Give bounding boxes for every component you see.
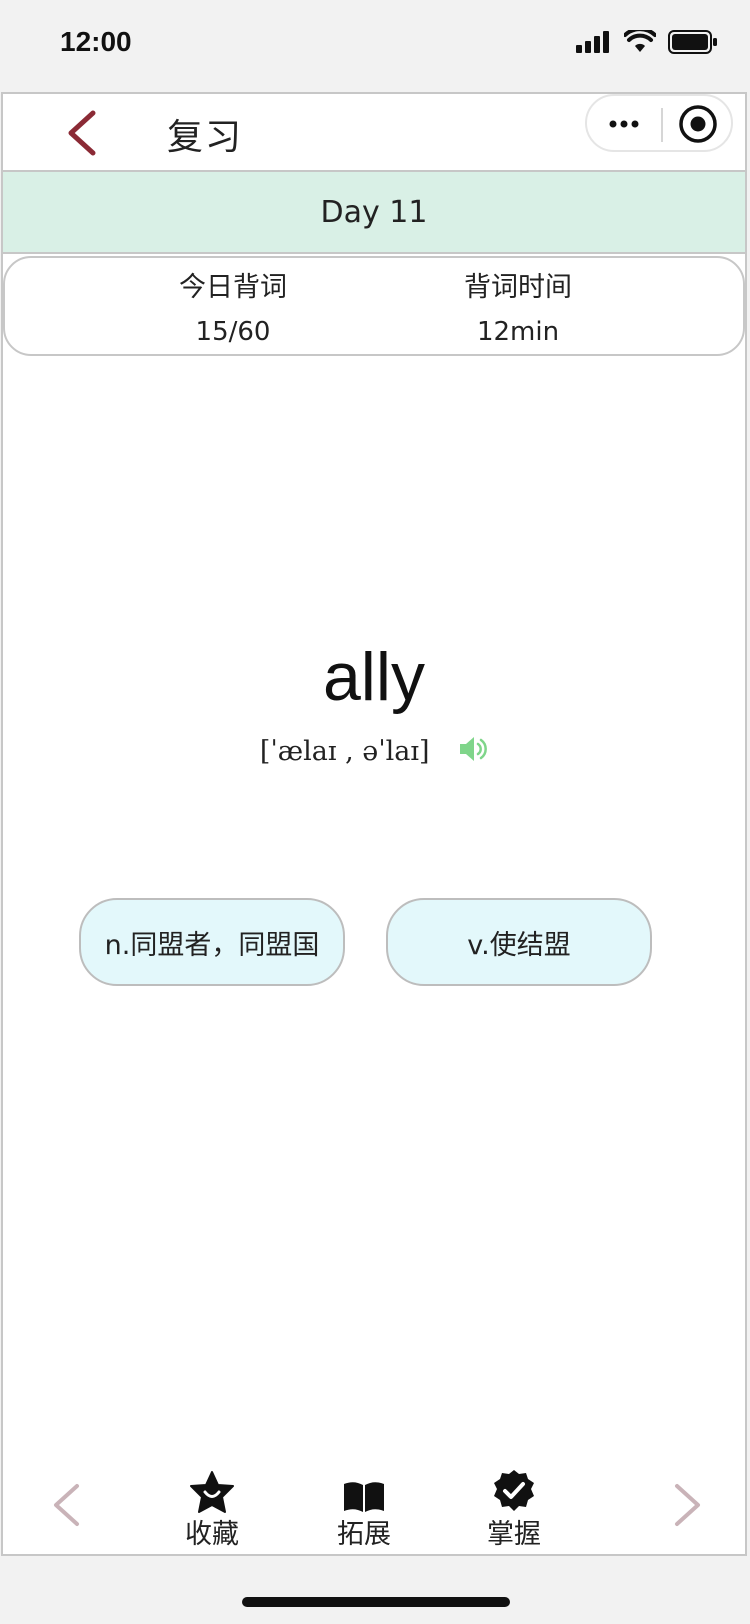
today-words-stat: 今日背词 15/60 — [133, 268, 333, 350]
page-title: 复习 — [167, 117, 244, 158]
star-icon — [167, 1470, 257, 1514]
back-button[interactable] — [61, 108, 105, 158]
prev-word-button[interactable] — [51, 1480, 91, 1530]
cellular-signal-icon — [576, 31, 612, 57]
chevron-right-icon — [675, 1484, 700, 1526]
status-bar: 12:00 — [0, 0, 750, 92]
speaker-icon — [460, 737, 488, 761]
favorite-button[interactable]: 收藏 — [167, 1470, 257, 1552]
status-time: 12:00 — [60, 26, 132, 57]
meaning-option-verb[interactable]: v.使结盟 — [386, 898, 652, 986]
book-icon — [319, 1470, 409, 1514]
expand-button[interactable]: 拓展 — [319, 1470, 409, 1552]
chevron-left-icon — [54, 1484, 79, 1526]
app-screen: 12:00 复习 Day 11 今日背词 15/60 背词时间 12min al… — [0, 0, 750, 1624]
chevron-left-icon — [68, 110, 96, 156]
nav-bar: 复习 — [3, 94, 745, 172]
target-close-icon — [679, 105, 717, 143]
phonetic-text: [ˈælaɪ , əˈlaɪ] — [259, 736, 430, 767]
close-button[interactable] — [663, 96, 733, 152]
more-button[interactable] — [587, 96, 661, 152]
study-time-label: 背词时间 — [464, 272, 572, 303]
mini-program-capsule — [585, 94, 733, 152]
phonetic-row: [ˈælaɪ , əˈlaɪ] — [3, 734, 745, 771]
wifi-icon — [623, 27, 657, 58]
expand-label: 拓展 — [337, 1519, 391, 1550]
study-time-stat: 背词时间 12min — [418, 268, 618, 350]
day-banner: Day 11 — [3, 172, 745, 254]
today-words-value: 15/60 — [195, 317, 271, 347]
word-text: ally — [322, 639, 426, 715]
home-indicator[interactable] — [242, 1597, 510, 1607]
bottom-toolbar: 收藏 拓展 掌握 — [3, 1470, 745, 1556]
battery-icon — [668, 30, 718, 58]
mastered-label: 掌握 — [487, 1519, 541, 1550]
favorite-label: 收藏 — [185, 1519, 239, 1550]
more-icon — [609, 120, 639, 128]
stats-card: 今日背词 15/60 背词时间 12min — [3, 256, 745, 356]
pronounce-button[interactable] — [458, 734, 488, 771]
verified-badge-icon — [469, 1470, 559, 1514]
mastered-button[interactable]: 掌握 — [469, 1470, 559, 1552]
today-words-label: 今日背词 — [179, 272, 287, 303]
next-word-button[interactable] — [673, 1480, 713, 1530]
study-time-value: 12min — [476, 317, 560, 347]
status-icons — [576, 27, 718, 58]
meaning-option-noun[interactable]: n.同盟者，同盟国 — [79, 898, 345, 986]
page-frame: 复习 Day 11 今日背词 15/60 背词时间 12min ally [ˈæ… — [1, 92, 747, 1556]
